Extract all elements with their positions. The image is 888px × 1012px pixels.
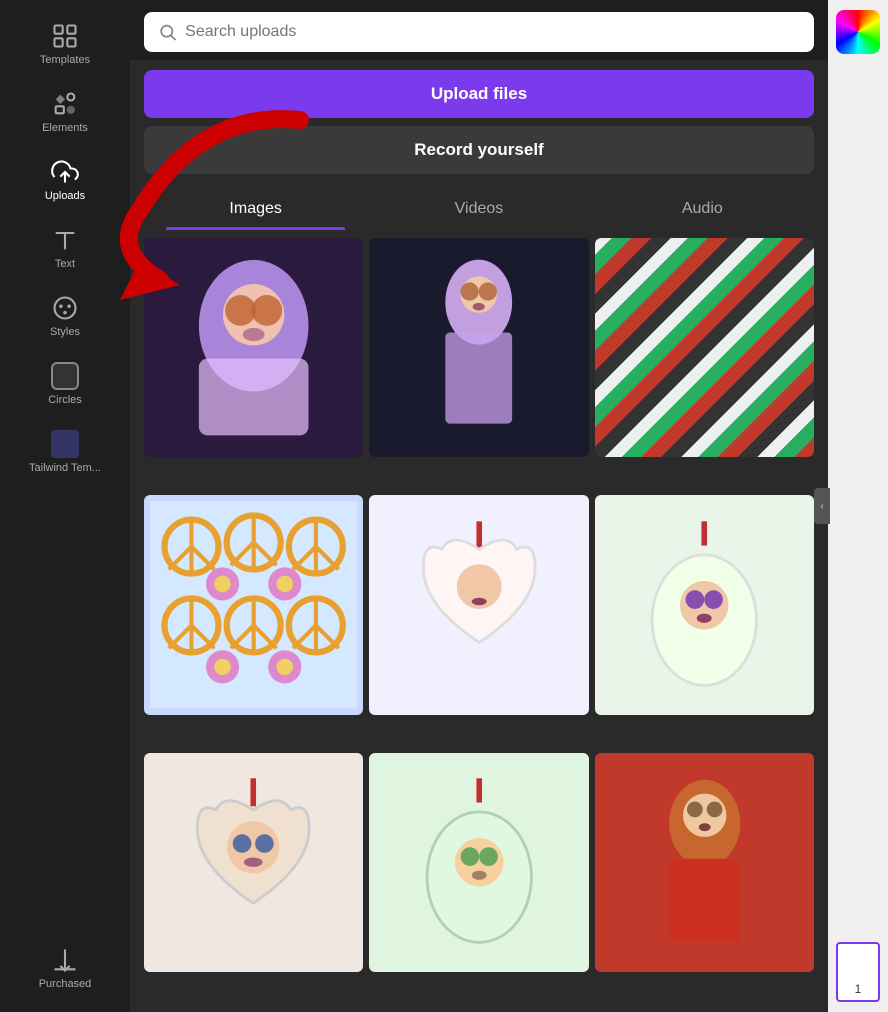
sidebar: Templates Elements Uploads: [0, 0, 130, 1012]
palette-icon: [51, 294, 79, 322]
sidebar-tailwind-label: Tailwind Tem...: [29, 462, 101, 474]
tab-videos[interactable]: Videos: [367, 190, 590, 230]
text-icon: [51, 226, 79, 254]
page-number: 1: [855, 982, 862, 996]
tab-audio[interactable]: Audio: [591, 190, 814, 230]
upload-cloud-icon: [51, 158, 79, 186]
right-panel: 1: [828, 0, 888, 1012]
grid-item-1[interactable]: [144, 238, 363, 457]
search-input[interactable]: [185, 23, 800, 41]
image-grid: [130, 230, 828, 1012]
sidebar-styles-label: Styles: [50, 326, 80, 338]
sidebar-item-uploads[interactable]: Uploads: [10, 146, 120, 214]
search-icon: [158, 22, 177, 42]
grid-item-8[interactable]: [369, 753, 588, 972]
search-wrapper: [144, 12, 814, 52]
sidebar-item-purchased[interactable]: Purchased: [10, 934, 120, 1002]
sidebar-templates-label: Templates: [40, 54, 90, 66]
tab-images[interactable]: Images: [144, 190, 367, 230]
grid-item-7[interactable]: [144, 753, 363, 972]
upload-files-button[interactable]: Upload files: [144, 70, 814, 118]
sidebar-text-label: Text: [55, 258, 75, 270]
download-icon: [51, 946, 79, 974]
tailwind-icon: [51, 430, 79, 458]
tabs-bar: Images Videos Audio: [130, 184, 828, 230]
sidebar-uploads-label: Uploads: [45, 190, 85, 202]
sidebar-item-templates[interactable]: Templates: [10, 10, 120, 78]
main-panel: Upload files Record yourself Images Vide…: [130, 0, 828, 1012]
buttons-area: Upload files Record yourself: [130, 60, 828, 184]
page-thumbnail[interactable]: 1: [836, 942, 880, 1002]
record-yourself-button[interactable]: Record yourself: [144, 126, 814, 174]
color-wheel-button[interactable]: [836, 10, 880, 54]
sidebar-item-tailwind[interactable]: Tailwind Tem...: [10, 418, 120, 486]
chevron-left-icon: ‹: [820, 501, 823, 512]
grid-item-4[interactable]: [144, 495, 363, 714]
panel-collapse-button[interactable]: ‹: [814, 488, 830, 524]
circles-icon: [51, 362, 79, 390]
grid-item-2[interactable]: [369, 238, 588, 457]
sidebar-elements-label: Elements: [42, 122, 88, 134]
grid-item-9[interactable]: [595, 753, 814, 972]
sidebar-item-text[interactable]: Text: [10, 214, 120, 282]
grid-icon: [51, 22, 79, 50]
search-area: [130, 0, 828, 60]
sidebar-purchased-label: Purchased: [39, 978, 92, 990]
elements-icon: [51, 90, 79, 118]
sidebar-circles-label: Circles: [48, 394, 82, 406]
grid-item-3[interactable]: [595, 238, 814, 457]
sidebar-item-styles[interactable]: Styles: [10, 282, 120, 350]
grid-item-5[interactable]: [369, 495, 588, 714]
sidebar-item-elements[interactable]: Elements: [10, 78, 120, 146]
sidebar-item-circles[interactable]: Circles: [10, 350, 120, 418]
grid-item-6[interactable]: [595, 495, 814, 714]
